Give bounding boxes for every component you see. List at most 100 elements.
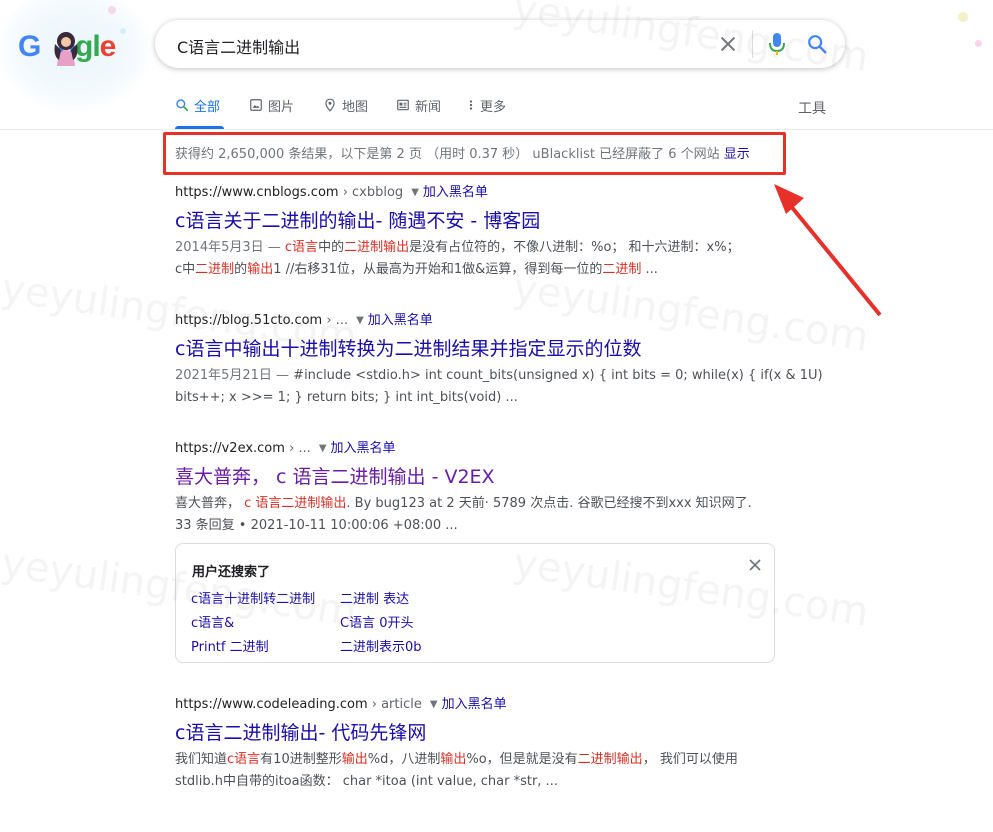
snippet-line: 2014年5月3日 — c语言中的二进制输出是没有占位符的，不像八进制：%o； … xyxy=(175,237,785,259)
result-url[interactable]: https://v2ex.com › ... ▼ 加入黑名单 xyxy=(175,437,785,456)
tab-all[interactable]: 全部 xyxy=(175,96,224,130)
snippet-text: c中 xyxy=(175,262,196,277)
search-result: https://v2ex.com › ... ▼ 加入黑名单喜大普奔， c 语言二进… xyxy=(175,437,785,537)
tab-maps[interactable]: 地图 xyxy=(323,96,368,130)
snippet-text: 是没有占位符的，不像八进制：%o； 和十六进制：x%； xyxy=(409,240,740,255)
tab-label: 地图 xyxy=(342,100,369,115)
sparkle-decoration xyxy=(108,6,116,14)
microphone-icon[interactable] xyxy=(767,32,787,56)
snippet-text: 33 条回复 • 2021-10-11 10:00:06 +08:00 ... xyxy=(175,518,458,533)
snippet-text: ... xyxy=(641,262,658,277)
sparkle-decoration xyxy=(975,40,982,47)
snippet-line: 2021年5月21日 — #include <stdio.h> int coun… xyxy=(175,365,823,387)
related-search-link[interactable]: Printf 二进制 xyxy=(191,636,269,655)
highlighted-term: 二进制输出 xyxy=(344,240,410,255)
search-icon[interactable] xyxy=(806,33,828,55)
related-search-link[interactable]: c语言十进制转二进制 xyxy=(191,588,315,607)
news-icon xyxy=(397,99,409,111)
tab-label: 更多 xyxy=(480,100,507,115)
result-url-domain: https://www.cnblogs.com xyxy=(175,185,339,200)
result-date: 2021年5月21日 — xyxy=(175,368,294,383)
snippet-line: bits++; x >>= 1; } return bits; } int in… xyxy=(175,387,785,409)
result-url-path: › ... xyxy=(322,313,349,328)
snippet-text: 我们知道 xyxy=(175,752,228,767)
result-snippet: 喜大普奔， c 语言二进制输出. By bug123 at 2 天前· 5789… xyxy=(175,493,785,537)
chevron-down-icon[interactable]: ▼ xyxy=(430,699,438,710)
close-icon[interactable] xyxy=(748,558,762,572)
result-snippet: 2014年5月3日 — c语言中的二进制输出是没有占位符的，不像八进制：%o； … xyxy=(175,237,785,281)
highlighted-term: c 语言二进制输出 xyxy=(244,496,347,511)
result-url[interactable]: https://www.codeleading.com › article ▼ 加入… xyxy=(175,693,785,712)
chevron-down-icon[interactable]: ▼ xyxy=(411,187,419,198)
people-also-search-title: 用户还搜索了 xyxy=(192,565,271,580)
doodle-figure-icon[interactable] xyxy=(51,30,81,66)
result-stats: 获得约 2,650,000 条结果，以下是第 2 页 （用时 0.37 秒） u… xyxy=(175,143,750,162)
snippet-text: . By bug123 at 2 天前· 5789 次点击. 谷歌已经搜不到xx… xyxy=(346,496,752,511)
block-site-link[interactable]: 加入黑名单 xyxy=(442,697,507,712)
tab-more[interactable]: 更多 xyxy=(467,96,506,130)
related-search-link[interactable]: 二进制表示0b xyxy=(340,636,422,655)
result-date: 2014年5月3日 — xyxy=(175,240,285,255)
image-icon xyxy=(250,99,262,111)
search-result: https://www.codeleading.com › article ▼ 加入… xyxy=(175,693,785,793)
snippet-text: 有10进制整形 xyxy=(260,752,342,767)
highlighted-term: c语言 xyxy=(227,752,261,767)
header-divider xyxy=(0,129,993,130)
snippet-text: 喜大普奔， xyxy=(175,496,245,511)
highlighted-term: 输出 xyxy=(247,262,274,277)
people-also-search-box: 用户还搜索了 c语言十进制转二进制 二进制 表达 c语言& C语言 0开头 Pr… xyxy=(175,543,775,663)
snippet-line: 喜大普奔， c 语言二进制输出. By bug123 at 2 天前· 5789… xyxy=(175,493,785,515)
highlighted-term: 二进制 xyxy=(602,262,642,277)
result-url-domain: https://blog.51cto.com xyxy=(175,313,323,328)
result-snippet: 我们知道c语言有10进制整形输出%d，八进制输出%o，但是就是没有二进制输出， … xyxy=(175,749,785,793)
result-url-domain: https://www.codeleading.com xyxy=(175,697,368,712)
snippet-text: 的 xyxy=(234,262,248,277)
result-snippet: 2021年5月21日 — #include <stdio.h> int coun… xyxy=(175,365,823,409)
search-box-divider xyxy=(752,30,753,58)
close-icon[interactable] xyxy=(717,33,739,55)
tab-images[interactable]: 图片 xyxy=(249,96,294,130)
block-site-link[interactable]: 加入黑名单 xyxy=(423,185,488,200)
show-blocked-link[interactable]: 显示 xyxy=(724,147,750,162)
result-title-link[interactable]: 喜大普奔， c 语言二进制输出 - V2EX xyxy=(175,462,785,489)
tab-label: 新闻 xyxy=(415,100,442,115)
chevron-down-icon[interactable]: ▼ xyxy=(356,315,364,326)
snippet-line: c中二进制的输出1 //右移31位，从最高为开始和1做&运算，得到每一位的二进制… xyxy=(175,259,785,281)
related-search-link[interactable]: c语言& xyxy=(191,612,234,631)
result-title-link[interactable]: c语言二进制输出- 代码先锋网 xyxy=(175,718,785,745)
result-url[interactable]: https://blog.51cto.com › ... ▼ 加入黑名单 xyxy=(175,309,785,328)
search-input[interactable]: C语言二进制输出 xyxy=(177,34,300,58)
related-search-link[interactable]: 二进制 表达 xyxy=(340,588,409,607)
search-box[interactable]: C语言二进制输出 xyxy=(155,20,845,68)
snippet-text: bits++; x >>= 1; } return bits; } int in… xyxy=(175,390,518,405)
search-result: https://www.cnblogs.com › cxbblog ▼ 加入黑名单 c… xyxy=(175,181,785,281)
result-title-link[interactable]: c语言关于二进制的输出- 随遇不安 - 博客园 xyxy=(175,206,785,233)
result-url-path: › cxbblog xyxy=(338,185,404,200)
result-url-path: › ... xyxy=(284,441,311,456)
chevron-down-icon[interactable]: ▼ xyxy=(319,443,327,454)
snippet-text: #include <stdio.h> int count_bits(unsign… xyxy=(293,368,823,383)
snippet-line: stdlib.h中自带的itoa函数： char *itoa (int valu… xyxy=(175,771,785,793)
more-vert-icon xyxy=(469,100,473,110)
snippet-line: 33 条回复 • 2021-10-11 10:00:06 +08:00 ... xyxy=(175,515,785,537)
tools-button[interactable]: 工具 xyxy=(798,98,826,118)
highlighted-term: 二进制输出 xyxy=(577,752,643,767)
block-site-link[interactable]: 加入黑名单 xyxy=(368,313,433,328)
block-site-link[interactable]: 加入黑名单 xyxy=(331,441,396,456)
result-title-link[interactable]: c语言中输出十进制转换为二进制结果并指定显示的位数 xyxy=(175,334,785,361)
snippet-line: 我们知道c语言有10进制整形输出%d，八进制输出%o，但是就是没有二进制输出， … xyxy=(175,749,785,771)
highlighted-term: c语言 xyxy=(284,240,319,255)
highlighted-term: 输出 xyxy=(341,752,368,767)
related-search-link[interactable]: C语言 0开头 xyxy=(340,612,413,631)
highlighted-term: 输出 xyxy=(440,752,467,767)
tab-label: 全部 xyxy=(194,100,221,115)
result-url[interactable]: https://www.cnblogs.com › cxbblog ▼ 加入黑名单 xyxy=(175,181,785,200)
map-pin-icon xyxy=(325,98,335,112)
result-url-path: › article xyxy=(367,697,422,712)
snippet-text: stdlib.h中自带的itoa函数： char *itoa (int valu… xyxy=(175,774,558,789)
tab-news[interactable]: 新闻 xyxy=(396,96,441,130)
sparkle-decoration xyxy=(958,12,968,22)
search-icon xyxy=(176,99,189,112)
snippet-text: ， 我们可以使用 xyxy=(642,752,738,767)
result-url-domain: https://v2ex.com xyxy=(175,441,285,456)
